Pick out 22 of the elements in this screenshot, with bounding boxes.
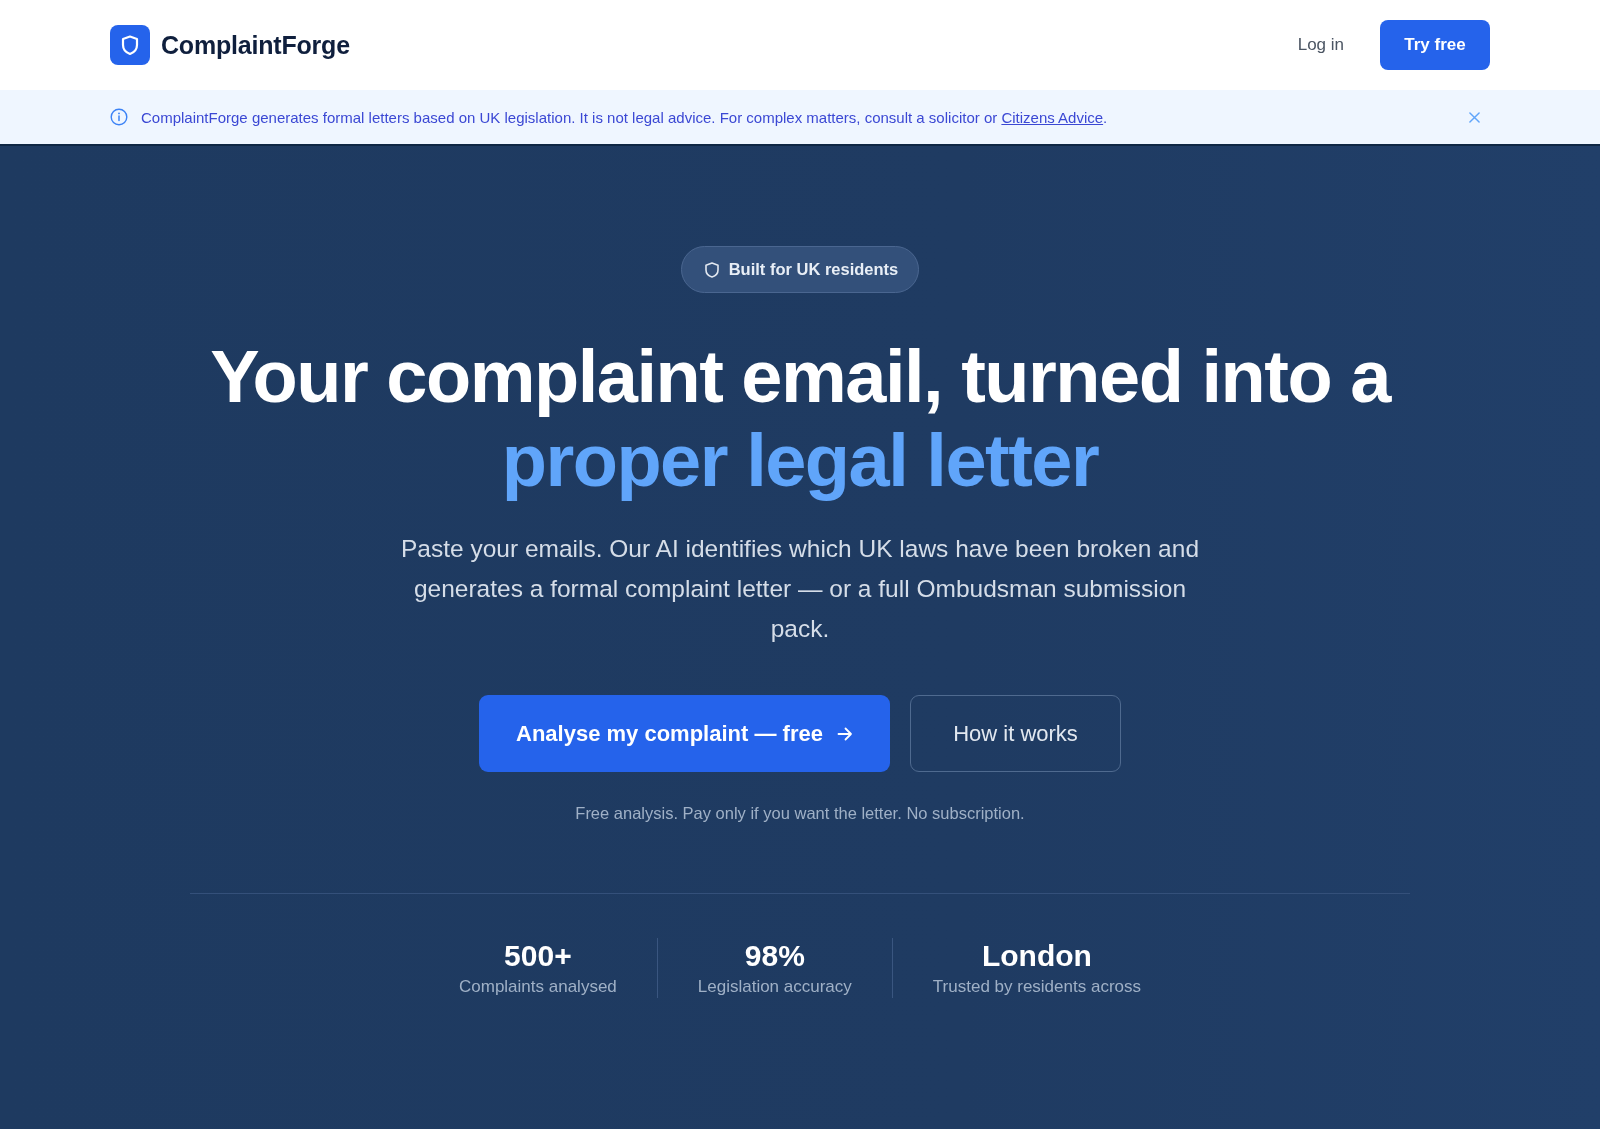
stat-value: 500+ xyxy=(504,938,572,974)
analyse-button[interactable]: Analyse my complaint — free xyxy=(479,695,890,772)
badge-text: Built for UK residents xyxy=(728,260,899,279)
how-it-works-button[interactable]: How it works xyxy=(910,695,1121,772)
stat-value: 98% xyxy=(744,938,805,974)
stat-label: Complaints analysed xyxy=(459,976,617,998)
arrow-icon xyxy=(836,725,853,742)
citizens-advice-link[interactable]: Citizens Advice xyxy=(1001,108,1104,126)
pricing-note: Free analysis. Pay only if you want the letter. No subscription. xyxy=(575,804,1025,823)
stat-label: Trusted by residents across xyxy=(932,976,1141,998)
try-free-button[interactable]: Try free xyxy=(1380,20,1490,70)
brand-name[interactable]: ComplaintForge xyxy=(161,30,350,60)
hero-subtitle: Paste your emails. Our AI identifies which UK laws have been broken and generates a formal complaint letter — or a full Ombudsman submission pack. xyxy=(399,534,1200,644)
stat-value: London xyxy=(981,938,1092,974)
shield-logo-icon[interactable] xyxy=(110,25,150,65)
notice-text: ComplaintForge generates formal letters based on UK legislation. It is not legal advice. For complex matters, consult a solicitor or Citizens Advice. xyxy=(141,108,1108,126)
close-icon xyxy=(1469,111,1480,123)
stat-label: Legislation accuracy xyxy=(697,976,852,998)
shield-icon xyxy=(704,261,719,278)
info-icon xyxy=(110,108,128,126)
hero-heading: Your complaint email, turned into a proper legal letter xyxy=(210,335,1390,503)
login-link[interactable]: Log in xyxy=(1297,35,1344,55)
